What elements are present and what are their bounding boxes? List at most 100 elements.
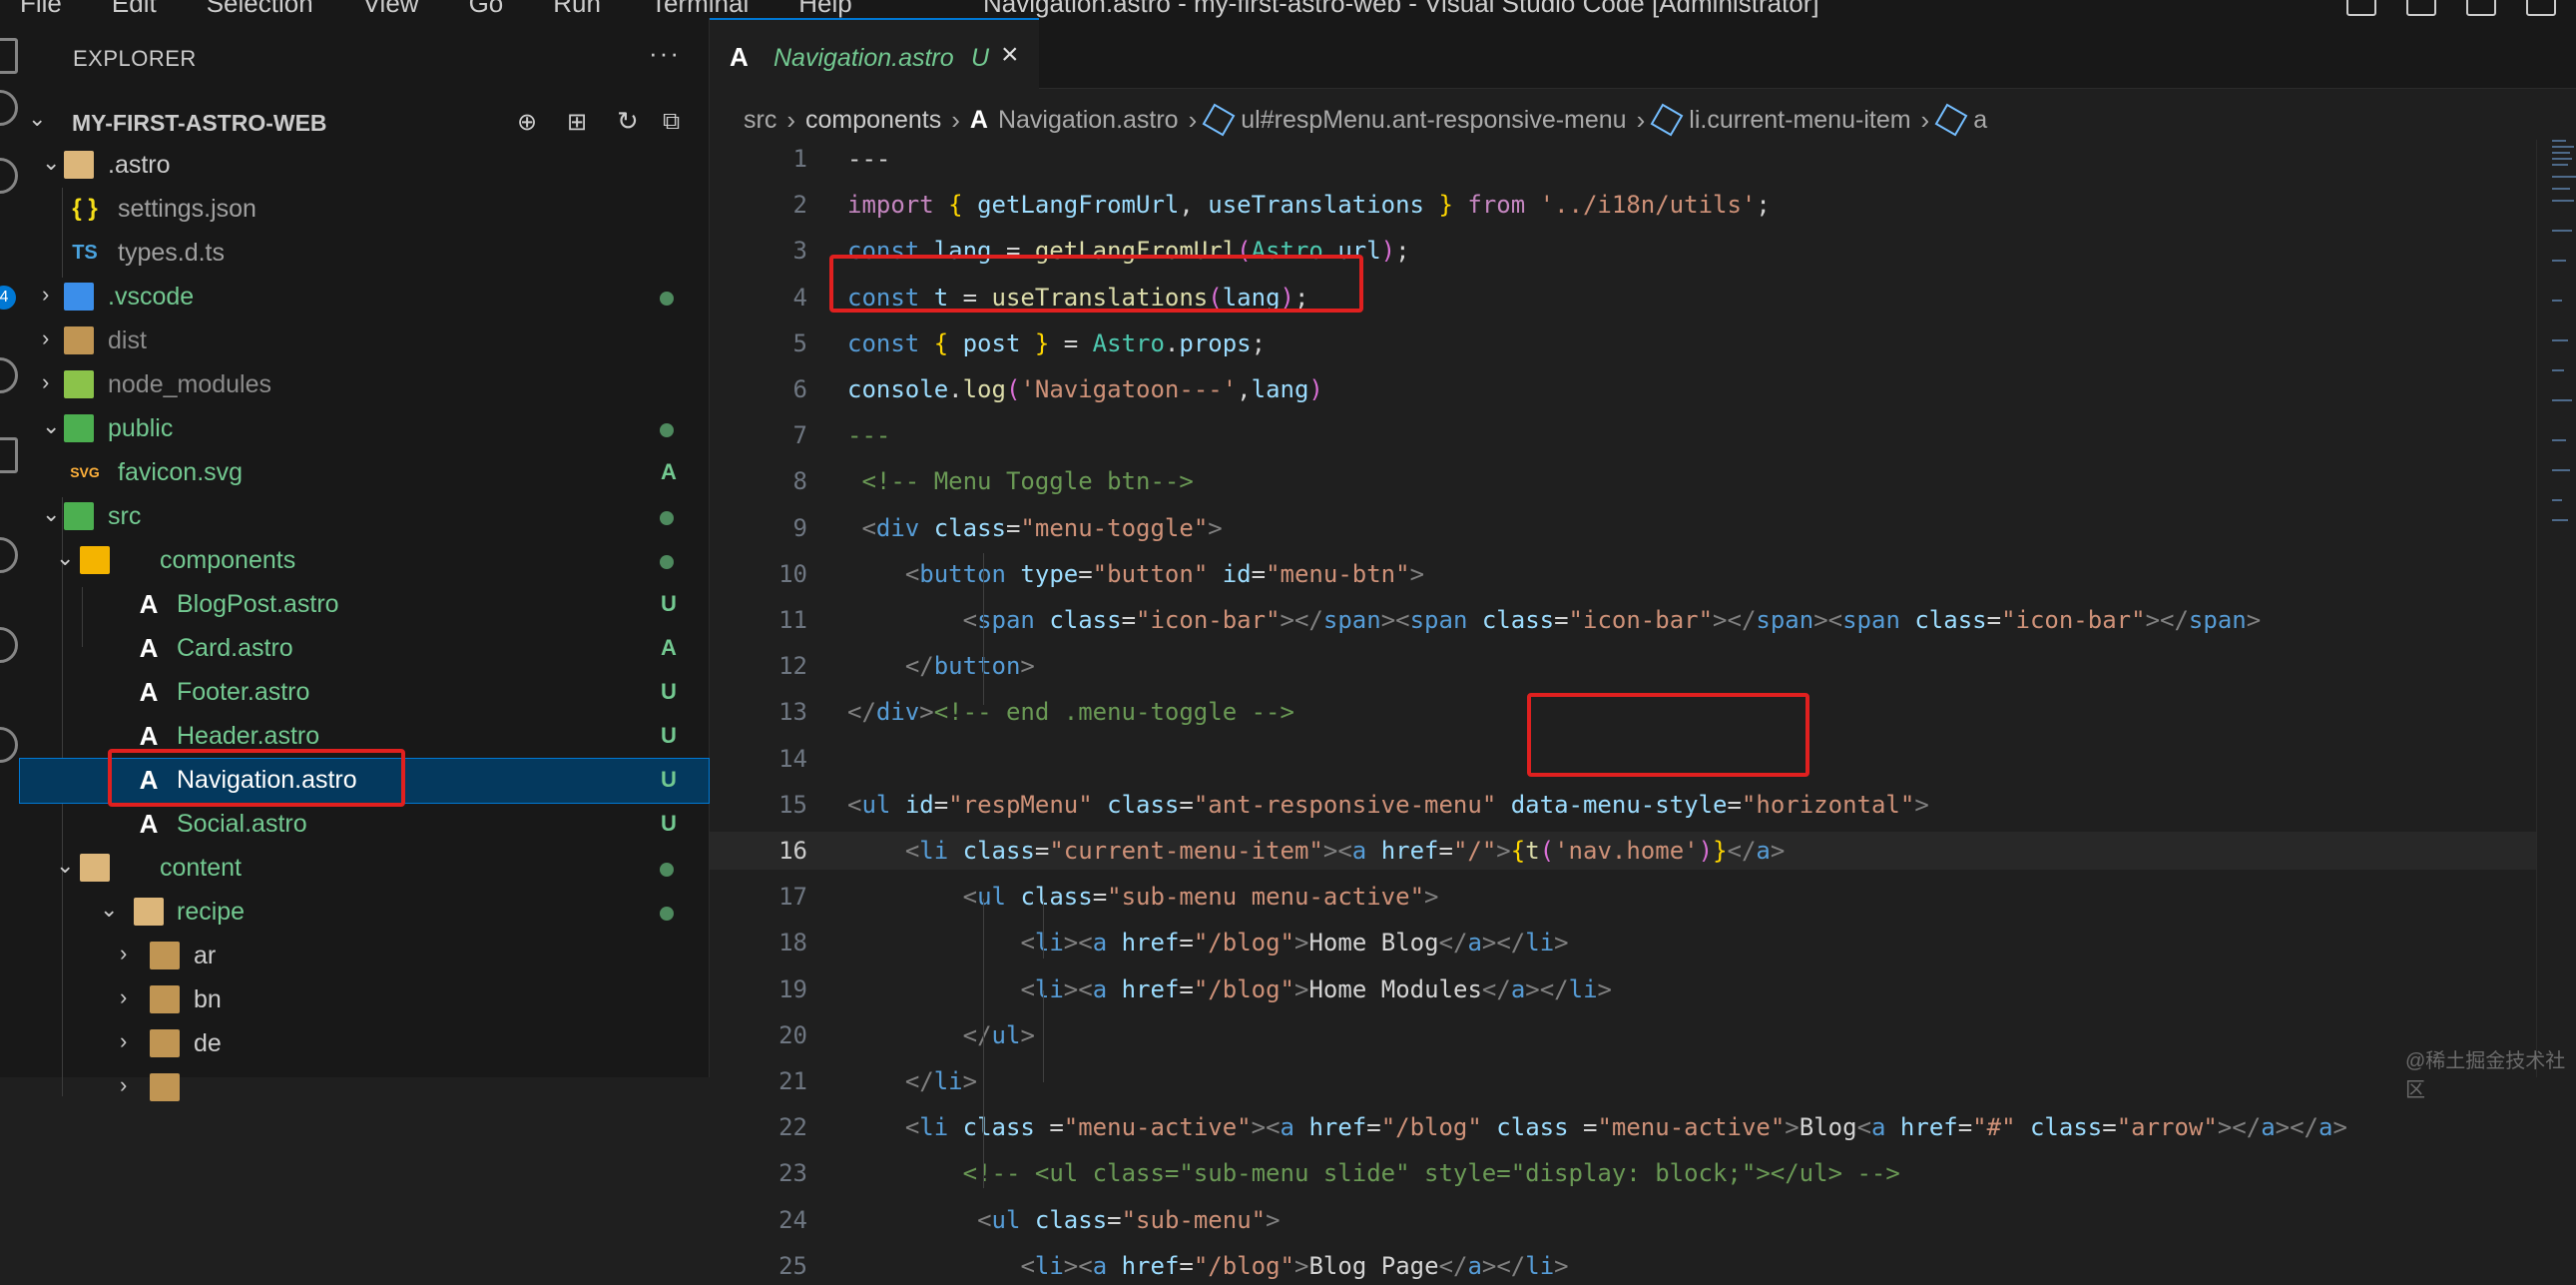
- code-line[interactable]: 2 import { getLangFromUrl, useTranslation…: [710, 186, 2536, 224]
- chevron-right-icon: ›: [1920, 104, 1930, 135]
- remote-activity-icon[interactable]: [0, 537, 18, 573]
- tree-folder-content[interactable]: ⌄ content: [20, 847, 709, 891]
- code-line[interactable]: 15 <ul id="respMenu" class="ant-responsiv…: [710, 786, 2536, 824]
- code-text: </div><!-- end .menu-toggle -->: [847, 698, 1294, 727]
- account-activity-icon[interactable]: [0, 627, 18, 663]
- tree-folder-vscode[interactable]: › .vscode: [20, 276, 709, 320]
- explorer-root[interactable]: ⌄ MY-FIRST-ASTRO-WEB ⊕ ⊞ ↻ ⧉: [20, 100, 709, 144]
- code-line[interactable]: 8 <!-- Menu Toggle btn-->: [710, 462, 2536, 500]
- tree-label: recipe: [177, 898, 246, 926]
- tree-folder-astro[interactable]: ⌄ .astro: [20, 144, 709, 188]
- minimize-icon[interactable]: [2406, 0, 2436, 16]
- menu-terminal[interactable]: Terminal: [651, 0, 749, 18]
- code-line[interactable]: 1 ---: [710, 140, 2536, 178]
- code-line[interactable]: 7 ---: [710, 416, 2536, 454]
- layout-toggle-icon[interactable]: [2346, 0, 2376, 16]
- tree-folder-public[interactable]: ⌄ public: [20, 407, 709, 451]
- menu-file[interactable]: File: [20, 0, 62, 18]
- new-file-icon[interactable]: ⊕: [517, 108, 537, 137]
- chevron-right-icon: ›: [120, 984, 128, 1009]
- minimap-line: [2552, 260, 2566, 262]
- code-line[interactable]: 25 <li><a href="/blog">Blog Page</a></li…: [710, 1247, 2536, 1285]
- tab-navigation-astro[interactable]: A Navigation.astro U ×: [710, 18, 1039, 90]
- code-text: ---: [847, 145, 891, 173]
- maximize-icon[interactable]: [2466, 0, 2496, 16]
- minimap-line: [2552, 176, 2576, 178]
- menu-run[interactable]: Run: [553, 0, 601, 18]
- close-window-icon[interactable]: [2526, 0, 2556, 16]
- editor-scrollbar[interactable]: [2536, 140, 2551, 1077]
- tree-folder-dist[interactable]: › dist: [20, 320, 709, 363]
- typescript-file-icon: TS: [72, 242, 98, 264]
- minimap-line: [2552, 300, 2562, 302]
- menu-go[interactable]: Go: [469, 0, 504, 18]
- new-folder-icon[interactable]: ⊞: [567, 108, 587, 137]
- menu-selection[interactable]: Selection: [207, 0, 313, 18]
- indent-guide: [1043, 899, 1044, 959]
- breadcrumb-item[interactable]: li.current-menu-item: [1689, 106, 1910, 135]
- run-debug-activity-icon[interactable]: [0, 357, 18, 393]
- tree-file-types-d-ts[interactable]: TS types.d.ts: [20, 232, 709, 276]
- line-number: 18: [778, 929, 807, 958]
- tree-file-card-astro[interactable]: A Card.astro A: [20, 627, 709, 671]
- tree-file-header-astro[interactable]: A Header.astro U: [20, 715, 709, 759]
- minimap-line: [2552, 469, 2570, 471]
- menu-view[interactable]: View: [363, 0, 419, 18]
- tree-folder-bn[interactable]: › bn: [20, 978, 709, 1022]
- folder-icon: [150, 1073, 180, 1101]
- more-actions-icon[interactable]: ···: [649, 38, 681, 69]
- breadcrumb-item[interactable]: src: [744, 106, 776, 135]
- breadcrumb-item[interactable]: ul#respMenu.ant-responsive-menu: [1241, 106, 1626, 135]
- source-control-activity-icon[interactable]: [0, 158, 18, 194]
- refresh-icon[interactable]: ↻: [617, 106, 639, 137]
- code-line[interactable]: 3 const lang = getLangFromUrl(Astro.url);: [710, 232, 2536, 270]
- line-number: 3: [792, 237, 807, 266]
- code-line[interactable]: 5 const { post } = Astro.props;: [710, 324, 2536, 362]
- tree-file-blogpost-astro[interactable]: A BlogPost.astro U: [20, 583, 709, 627]
- tree-file-settings-json[interactable]: { } settings.json: [20, 188, 709, 232]
- editor-tab-bar: A Navigation.astro U ×: [710, 18, 2576, 90]
- breadcrumb-item[interactable]: a: [1973, 106, 1987, 135]
- extensions-activity-icon[interactable]: [0, 437, 18, 473]
- tree-file-favicon-svg[interactable]: SVG favicon.svg A: [20, 451, 709, 495]
- chevron-right-icon: ›: [786, 104, 795, 135]
- chevron-down-icon: ⌄: [56, 545, 75, 570]
- code-line[interactable]: 24 <ul class="sub-menu">: [710, 1201, 2536, 1239]
- breadcrumb-item[interactable]: Navigation.astro: [998, 106, 1179, 135]
- tree-file-navigation-astro[interactable]: A Navigation.astro U: [19, 758, 710, 804]
- tree-folder-recipe[interactable]: ⌄ recipe: [20, 891, 709, 935]
- line-number: 21: [778, 1067, 807, 1095]
- tree-file-footer-astro[interactable]: A Footer.astro U: [20, 671, 709, 715]
- minimap[interactable]: [2550, 140, 2576, 559]
- symbol-cube-icon: [1202, 103, 1236, 137]
- tree-folder-de[interactable]: › de: [20, 1022, 709, 1066]
- tab-label: Navigation.astro: [773, 44, 954, 72]
- tree-folder-components[interactable]: ⌄ components: [20, 539, 709, 583]
- explorer-sidebar: EXPLORER ··· ⌄ MY-FIRST-ASTRO-WEB ⊕ ⊞ ↻ …: [19, 18, 710, 1101]
- tree-folder-partial[interactable]: ›: [20, 1066, 709, 1110]
- line-number: 14: [778, 744, 807, 773]
- menu-help[interactable]: Help: [798, 0, 851, 18]
- code-line[interactable]: 4 const t = useTranslations(lang);: [710, 279, 2536, 317]
- code-line[interactable]: 14: [710, 740, 2536, 778]
- close-icon[interactable]: ×: [1001, 38, 1019, 72]
- search-activity-icon[interactable]: [0, 90, 18, 126]
- code-text: <!-- <ul class="sub-menu slide" style="d…: [962, 1159, 1900, 1188]
- explorer-activity-icon[interactable]: [0, 38, 18, 74]
- tree-folder-node-modules[interactable]: › node_modules: [20, 363, 709, 407]
- tree-folder-ar[interactable]: › ar: [20, 935, 709, 978]
- tree-file-social-astro[interactable]: A Social.astro U: [20, 803, 709, 847]
- minimap-line: [2552, 499, 2562, 501]
- code-line[interactable]: 9 <div class="menu-toggle">: [710, 509, 2536, 547]
- breadcrumb-item[interactable]: components: [805, 106, 941, 135]
- code-line[interactable]: 6 console.log('Navigatoon---',lang): [710, 370, 2536, 408]
- source-control-badge: 4: [0, 286, 16, 310]
- collapse-all-icon[interactable]: ⧉: [663, 108, 680, 136]
- menu-edit[interactable]: Edit: [112, 0, 157, 18]
- chevron-right-icon: ›: [42, 282, 50, 307]
- extra-activity-icon[interactable]: [0, 727, 18, 763]
- minimap-line: [2552, 439, 2566, 441]
- code-line[interactable]: 16 <li class="current-menu-item"><a href…: [710, 832, 2536, 870]
- tree-folder-src[interactable]: ⌄ src: [20, 495, 709, 539]
- astro-file-icon: A: [139, 633, 159, 663]
